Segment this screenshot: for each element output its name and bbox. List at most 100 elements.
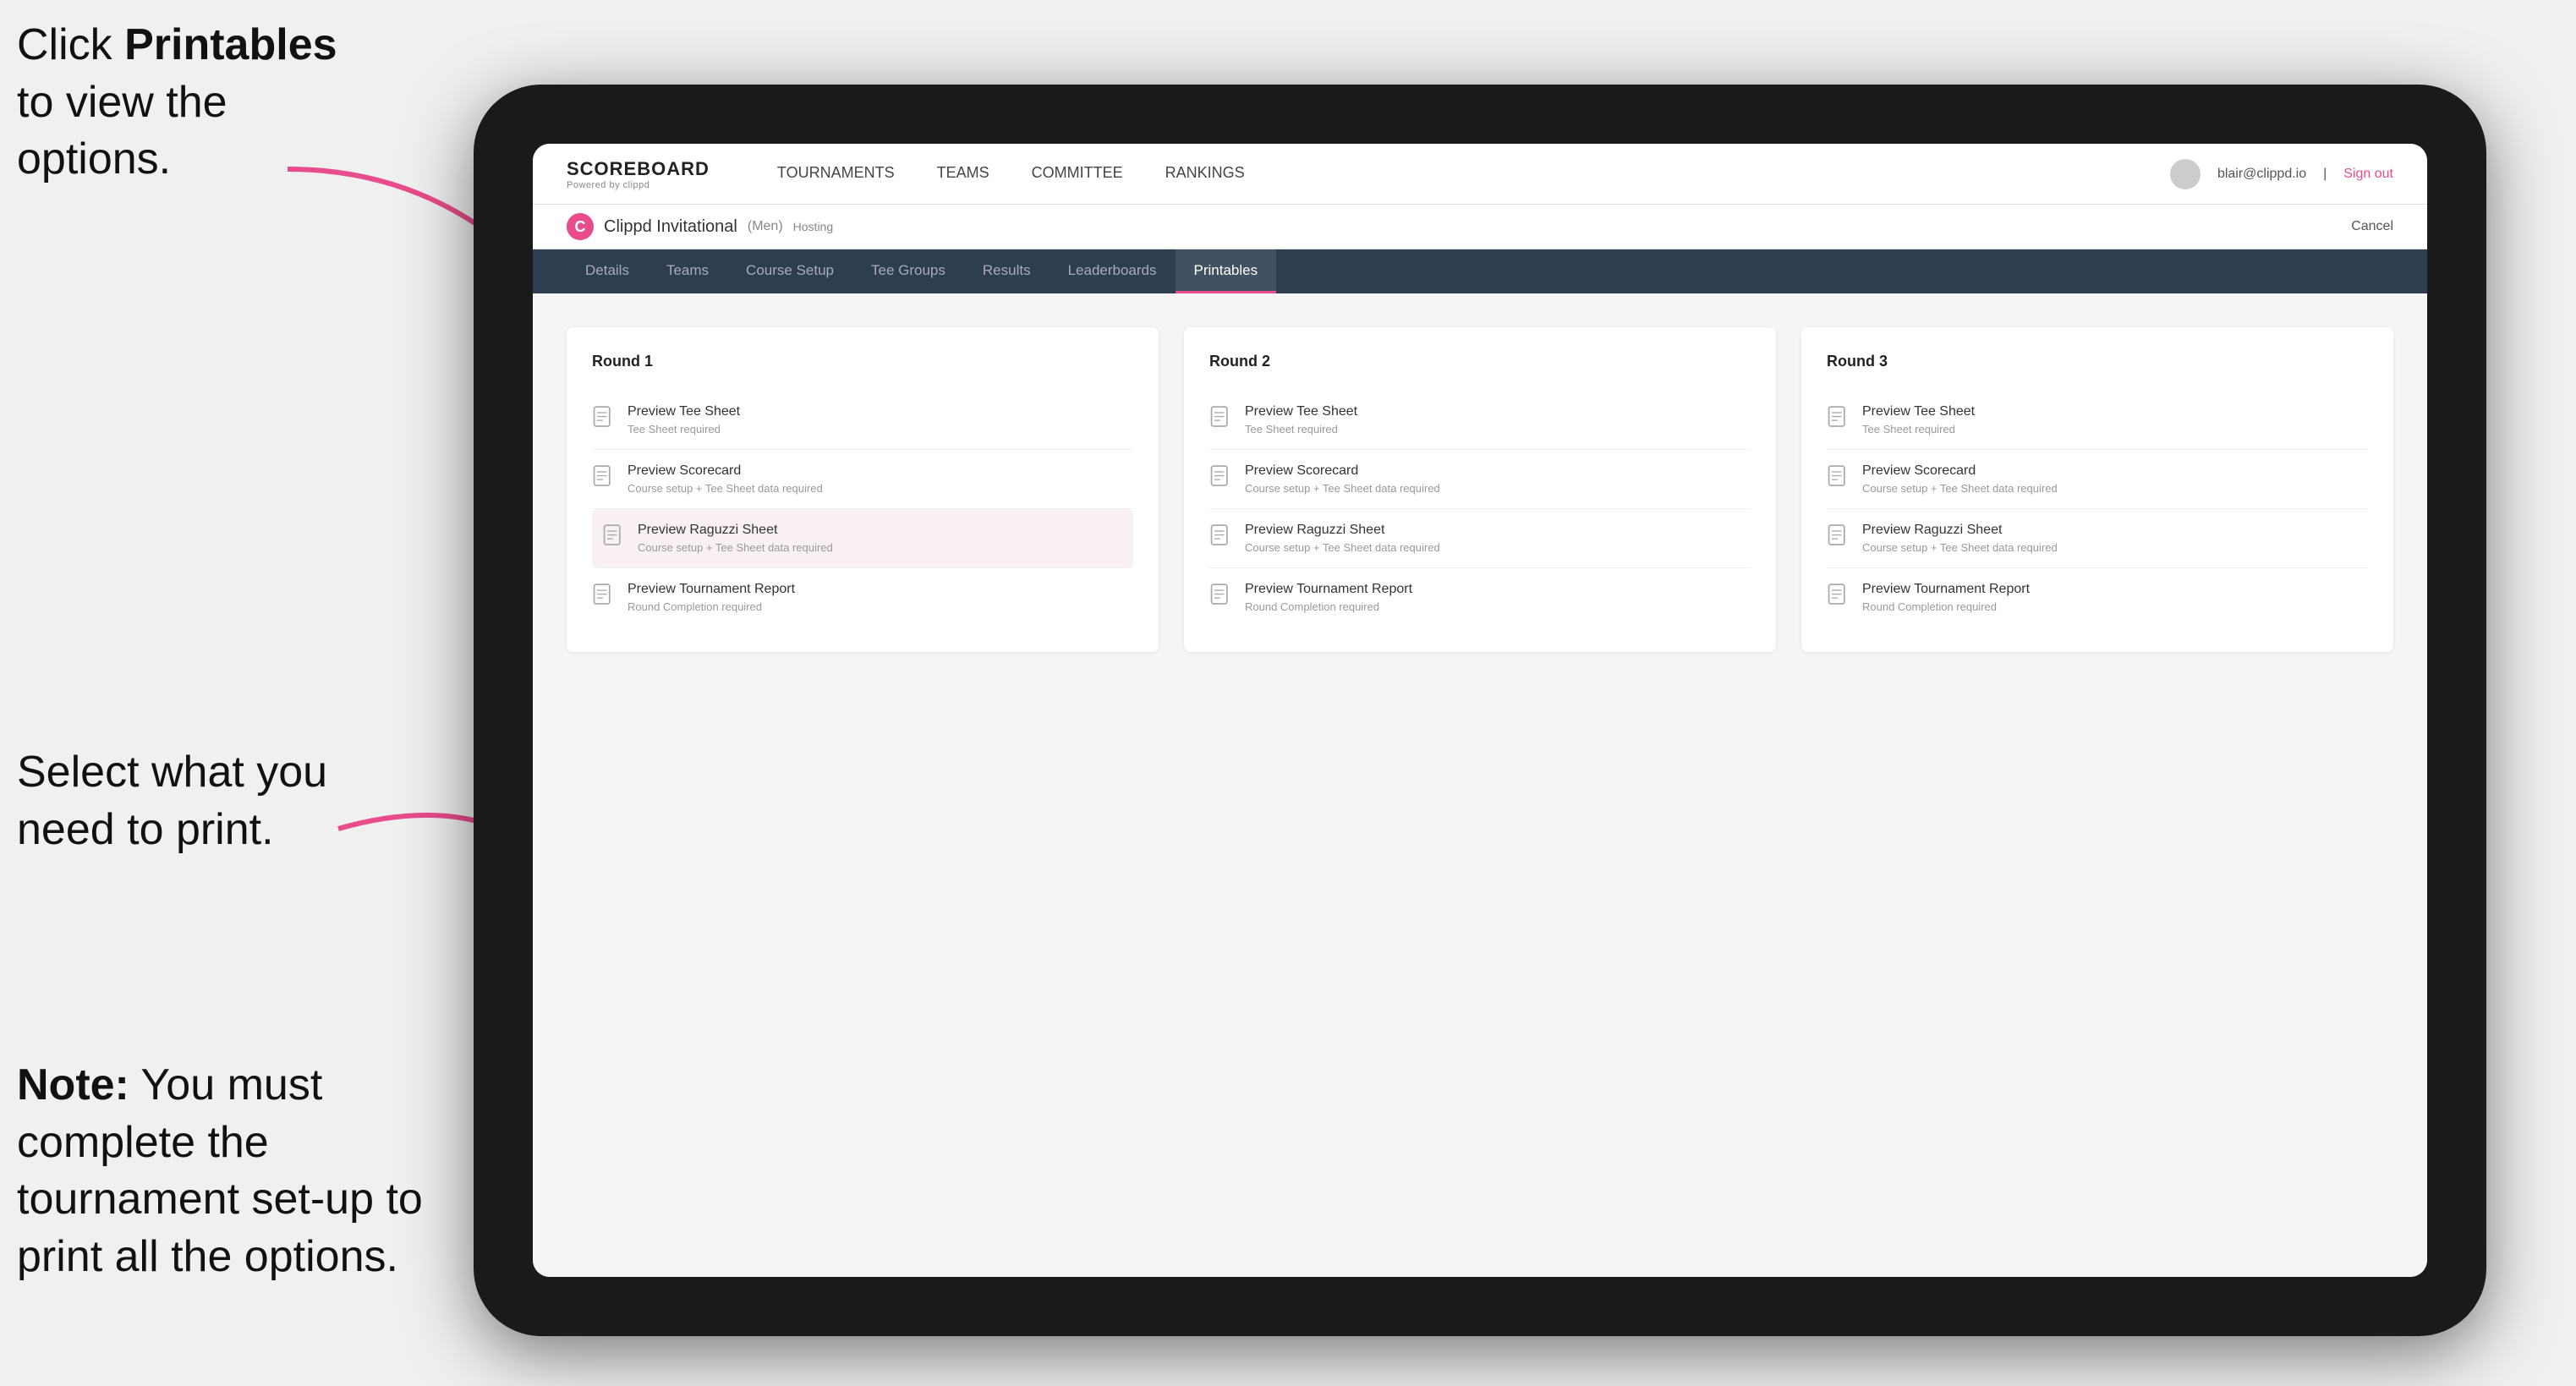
annotation-bottom: Note: You must complete the tournament s…	[17, 1057, 423, 1285]
r1-tee-sheet-text: Preview Tee Sheet Tee Sheet required	[628, 404, 740, 436]
tournament-bar: C Clippd Invitational (Men) Hosting Canc…	[533, 205, 2427, 249]
r3-raguzzi[interactable]: Preview Raguzzi Sheet Course setup + Tee…	[1827, 509, 2368, 568]
logo-title: SCOREBOARD	[567, 158, 710, 180]
nav-tournaments[interactable]: TOURNAMENTS	[777, 161, 895, 188]
r3-tournament-report-label: Preview Tournament Report	[1862, 582, 2030, 597]
tournament-title: Clippd Invitational	[604, 217, 737, 237]
r2-scorecard-icon	[1209, 465, 1233, 492]
annotation-top: Click Printables to view the options.	[17, 17, 372, 189]
r3-raguzzi-label: Preview Raguzzi Sheet	[1862, 523, 2058, 538]
round-2-column: Round 2 Preview Tee Sheet	[1184, 327, 1776, 652]
r2-raguzzi-label: Preview Raguzzi Sheet	[1245, 523, 1440, 538]
raguzzi-icon	[602, 524, 626, 551]
tab-results[interactable]: Results	[964, 249, 1050, 293]
rounds-grid: Round 1 Preview Tee Sheet	[567, 327, 2393, 652]
printables-bold: Printables	[124, 20, 337, 69]
round-1-column: Round 1 Preview Tee Sheet	[567, 327, 1159, 652]
r2-raguzzi-text: Preview Raguzzi Sheet Course setup + Tee…	[1245, 523, 1440, 554]
r1-scorecard-sub: Course setup + Tee Sheet data required	[628, 482, 823, 495]
r2-tournament-report-icon	[1209, 583, 1233, 611]
round-2-title: Round 2	[1209, 353, 1751, 370]
scorecard-icon	[592, 465, 616, 492]
tab-details[interactable]: Details	[567, 249, 648, 293]
tab-course-setup[interactable]: Course Setup	[727, 249, 852, 293]
r2-raguzzi-icon	[1209, 524, 1233, 551]
tab-teams[interactable]: Teams	[648, 249, 727, 293]
r1-raguzzi-label: Preview Raguzzi Sheet	[638, 523, 833, 538]
r2-raguzzi-sub: Course setup + Tee Sheet data required	[1245, 541, 1440, 554]
r3-scorecard[interactable]: Preview Scorecard Course setup + Tee She…	[1827, 450, 2368, 509]
r3-scorecard-label: Preview Scorecard	[1862, 463, 2058, 479]
round-1-title: Round 1	[592, 353, 1133, 370]
main-content: Round 1 Preview Tee Sheet	[533, 293, 2427, 1277]
tab-leaderboards[interactable]: Leaderboards	[1050, 249, 1176, 293]
nav-rankings[interactable]: RANKINGS	[1165, 161, 1245, 188]
r1-raguzzi-text: Preview Raguzzi Sheet Course setup + Tee…	[638, 523, 833, 554]
hosting-badge: Hosting	[793, 220, 833, 233]
r1-tournament-report-label: Preview Tournament Report	[628, 582, 795, 597]
sub-nav: Details Teams Course Setup Tee Groups Re…	[533, 249, 2427, 293]
r2-tee-sheet-sub: Tee Sheet required	[1245, 423, 1357, 436]
r3-tournament-report-sub: Round Completion required	[1862, 600, 2030, 613]
r1-raguzzi[interactable]: Preview Raguzzi Sheet Course setup + Tee…	[592, 509, 1133, 568]
nav-committee[interactable]: COMMITTEE	[1032, 161, 1123, 188]
r2-tee-sheet[interactable]: Preview Tee Sheet Tee Sheet required	[1209, 391, 1751, 450]
r1-tournament-report[interactable]: Preview Tournament Report Round Completi…	[592, 568, 1133, 627]
r2-raguzzi[interactable]: Preview Raguzzi Sheet Course setup + Tee…	[1209, 509, 1751, 568]
r3-tournament-report[interactable]: Preview Tournament Report Round Completi…	[1827, 568, 2368, 627]
nav-teams[interactable]: TEAMS	[937, 161, 989, 188]
annotation-mid-text: Select what you need to print.	[17, 748, 327, 854]
tournament-category: (Men)	[748, 219, 783, 234]
r3-tournament-report-icon	[1827, 583, 1850, 611]
nav-links: TOURNAMENTS TEAMS COMMITTEE RANKINGS	[777, 161, 2119, 188]
r2-scorecard-sub: Course setup + Tee Sheet data required	[1245, 482, 1440, 495]
r3-tee-sheet-text: Preview Tee Sheet Tee Sheet required	[1862, 404, 1975, 436]
tab-printables[interactable]: Printables	[1176, 249, 1277, 293]
tee-sheet-icon	[592, 406, 616, 433]
r2-tournament-report-label: Preview Tournament Report	[1245, 582, 1412, 597]
r1-tee-sheet[interactable]: Preview Tee Sheet Tee Sheet required	[592, 391, 1133, 450]
r2-tournament-report[interactable]: Preview Tournament Report Round Completi…	[1209, 568, 1751, 627]
r2-tee-sheet-label: Preview Tee Sheet	[1245, 404, 1357, 419]
clippd-logo: C	[567, 213, 594, 240]
user-avatar	[2170, 159, 2201, 189]
round-3-column: Round 3 Preview Tee Sheet	[1801, 327, 2393, 652]
sign-out-separator: |	[2323, 167, 2327, 182]
logo-subtitle: Powered by clippd	[567, 180, 710, 190]
r1-tee-sheet-sub: Tee Sheet required	[628, 423, 740, 436]
top-nav: SCOREBOARD Powered by clippd TOURNAMENTS…	[533, 144, 2427, 205]
nav-right: blair@clippd.io | Sign out	[2170, 159, 2393, 189]
cancel-button[interactable]: Cancel	[2351, 219, 2393, 234]
r2-tee-sheet-text: Preview Tee Sheet Tee Sheet required	[1245, 404, 1357, 436]
note-bold: Note:	[17, 1060, 129, 1109]
r1-scorecard-label: Preview Scorecard	[628, 463, 823, 479]
r1-scorecard[interactable]: Preview Scorecard Course setup + Tee She…	[592, 450, 1133, 509]
r3-scorecard-sub: Course setup + Tee Sheet data required	[1862, 482, 2058, 495]
r1-tee-sheet-label: Preview Tee Sheet	[628, 404, 740, 419]
r2-tee-sheet-icon	[1209, 406, 1233, 433]
r1-tournament-report-sub: Round Completion required	[628, 600, 795, 613]
tournament-name-area: C Clippd Invitational (Men) Hosting	[567, 213, 833, 240]
r2-scorecard[interactable]: Preview Scorecard Course setup + Tee She…	[1209, 450, 1751, 509]
r3-tee-sheet-label: Preview Tee Sheet	[1862, 404, 1975, 419]
annotation-top-text: Click Printables to view the options.	[17, 20, 337, 184]
r2-scorecard-text: Preview Scorecard Course setup + Tee She…	[1245, 463, 1440, 495]
annotation-mid: Select what you need to print.	[17, 744, 372, 858]
tournament-report-icon	[592, 583, 616, 611]
r1-tournament-report-text: Preview Tournament Report Round Completi…	[628, 582, 795, 613]
r1-raguzzi-sub: Course setup + Tee Sheet data required	[638, 541, 833, 554]
r2-tournament-report-text: Preview Tournament Report Round Completi…	[1245, 582, 1412, 613]
logo-area: SCOREBOARD Powered by clippd	[567, 158, 710, 190]
r3-tee-sheet[interactable]: Preview Tee Sheet Tee Sheet required	[1827, 391, 2368, 450]
r3-tee-sheet-icon	[1827, 406, 1850, 433]
r3-scorecard-icon	[1827, 465, 1850, 492]
tab-tee-groups[interactable]: Tee Groups	[852, 249, 964, 293]
round-3-title: Round 3	[1827, 353, 2368, 370]
tablet-frame: SCOREBOARD Powered by clippd TOURNAMENTS…	[474, 85, 2486, 1336]
r2-tournament-report-sub: Round Completion required	[1245, 600, 1412, 613]
r3-scorecard-text: Preview Scorecard Course setup + Tee She…	[1862, 463, 2058, 495]
r1-scorecard-text: Preview Scorecard Course setup + Tee She…	[628, 463, 823, 495]
r3-raguzzi-text: Preview Raguzzi Sheet Course setup + Tee…	[1862, 523, 2058, 554]
r3-tee-sheet-sub: Tee Sheet required	[1862, 423, 1975, 436]
sign-out-link[interactable]: Sign out	[2343, 167, 2393, 182]
